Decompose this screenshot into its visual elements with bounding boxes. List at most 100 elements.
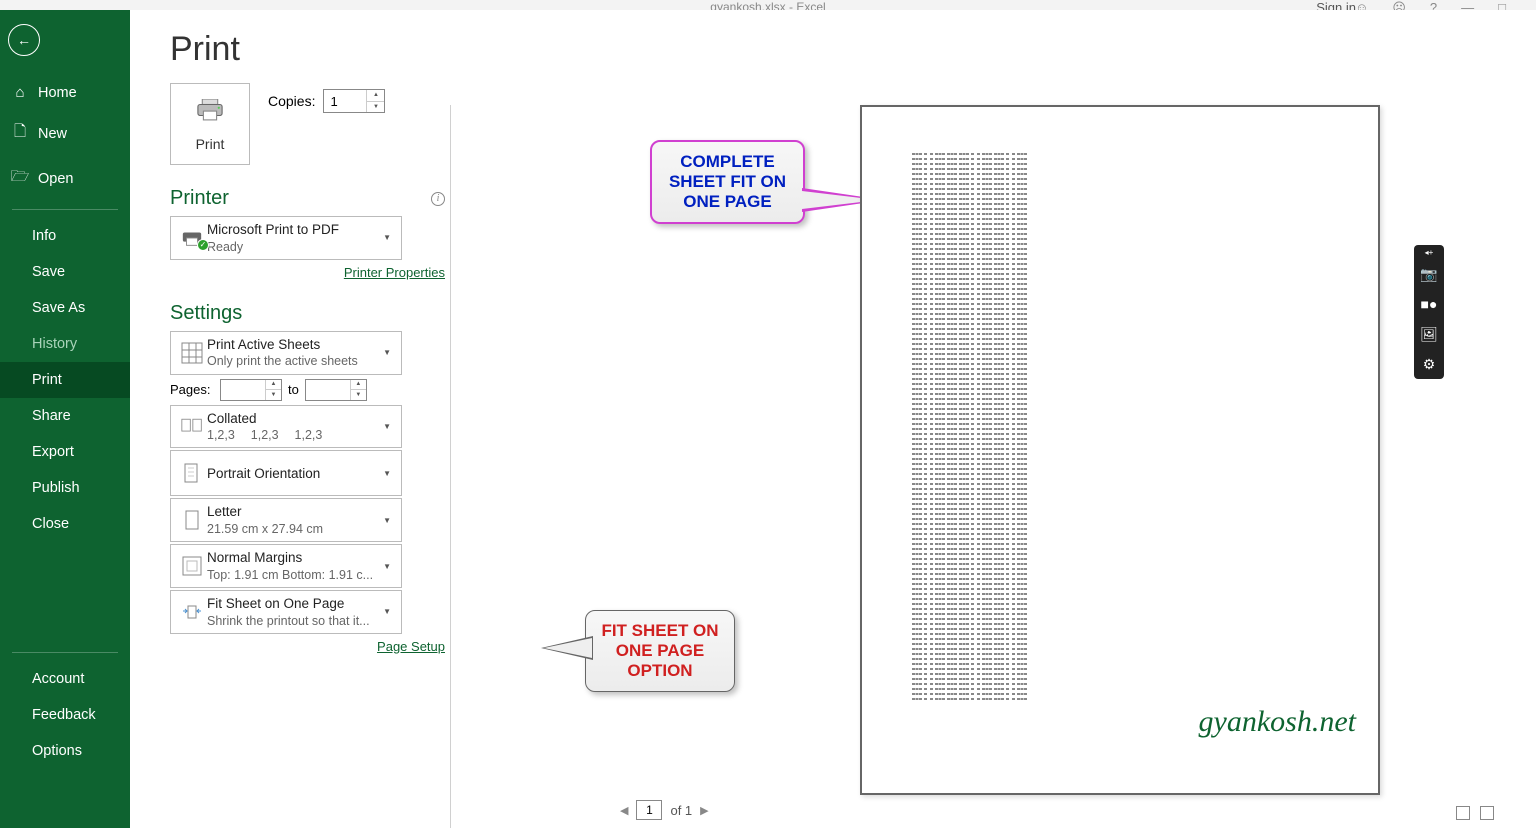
collated-icon <box>177 415 207 437</box>
page-heading: Print <box>170 30 445 69</box>
nav-label: Save As <box>32 300 85 316</box>
dd-sub: 21.59 cm x 27.94 cm <box>207 521 379 537</box>
margins-icon <box>177 555 207 577</box>
chevron-down-icon: ▼ <box>379 607 395 616</box>
nav-label: Close <box>32 516 69 532</box>
main-content: Print Print Copies: ▲▼ Printer i ✓ <box>130 10 1536 828</box>
copies-input[interactable] <box>324 94 362 109</box>
nav-label: Info <box>32 228 56 244</box>
print-panel: Print Print Copies: ▲▼ Printer i ✓ <box>170 30 445 654</box>
copies-spinner[interactable]: ▲▼ <box>323 89 385 113</box>
chevron-down-icon: ▼ <box>379 516 395 525</box>
nav-label: History <box>32 336 77 352</box>
nav-label: New <box>38 126 67 142</box>
camera-icon[interactable]: 📷 <box>1414 259 1444 289</box>
printer-status: Ready <box>207 239 379 255</box>
nav-home[interactable]: ⌂Home <box>0 74 130 111</box>
pages-label: Pages: <box>170 382 214 397</box>
nav-export[interactable]: Export <box>0 434 130 470</box>
spinner-up-icon[interactable]: ▲ <box>266 380 281 391</box>
dd-sub: Shrink the printout so that it... <box>207 613 379 629</box>
info-icon[interactable]: i <box>431 192 445 206</box>
nav-label: Publish <box>32 480 80 496</box>
zoom-to-page-icon[interactable] <box>1480 806 1494 820</box>
nav-open[interactable]: 🗁 Open <box>0 156 130 201</box>
nav-save[interactable]: Save <box>0 254 130 290</box>
nav-print[interactable]: Print <box>0 362 130 398</box>
preview-area: COMPLETE SHEET FIT ON ONE PAGE gyankosh.… <box>480 20 1506 828</box>
spinner-up-icon[interactable]: ▲ <box>351 380 366 391</box>
nav-label: Print <box>32 372 62 388</box>
nav-label: Open <box>38 171 73 187</box>
open-icon: 🗁 <box>12 166 28 191</box>
annotation-callout-1: COMPLETE SHEET FIT ON ONE PAGE <box>650 140 805 224</box>
printer-section-title: Printer <box>170 187 229 210</box>
dd-title: Normal Margins <box>207 549 379 567</box>
print-button[interactable]: Print <box>170 83 250 165</box>
dd-sub: 1,2,3 1,2,3 1,2,3 <box>207 427 379 443</box>
next-page-icon[interactable]: ▶ <box>700 804 708 817</box>
prev-page-icon[interactable]: ◀ <box>620 804 628 817</box>
new-icon: 🗋 <box>12 121 28 146</box>
nav-label: Feedback <box>32 707 96 723</box>
nav-label: Options <box>32 743 82 759</box>
page-preview: gyankosh.net <box>860 105 1380 795</box>
screen-recorder-toolbar: ◂+ 📷 ■● 🖼 ⚙ <box>1414 245 1444 379</box>
back-button[interactable]: ← <box>8 24 40 56</box>
orientation-select[interactable]: Portrait Orientation ▼ <box>170 450 402 496</box>
drag-handle-icon[interactable]: ◂+ <box>1414 245 1444 259</box>
printer-name: Microsoft Print to PDF <box>207 221 379 239</box>
printer-select[interactable]: ✓ Microsoft Print to PDF Ready ▼ <box>170 216 402 260</box>
nav-close[interactable]: Close <box>0 506 130 542</box>
printer-icon <box>196 97 224 128</box>
pages-to-input[interactable]: ▲▼ <box>305 379 367 401</box>
nav-history[interactable]: History <box>0 326 130 362</box>
dd-sub: Top: 1.91 cm Bottom: 1.91 c... <box>207 567 379 583</box>
dd-sub: Only print the active sheets <box>207 353 379 369</box>
nav-saveas[interactable]: Save As <box>0 290 130 326</box>
print-scope-select[interactable]: Print Active SheetsOnly print the active… <box>170 331 402 375</box>
spinner-down-icon[interactable]: ▼ <box>351 390 366 400</box>
nav-label: Account <box>32 671 84 687</box>
annotation-callout-2: FIT SHEET ON ONE PAGE OPTION <box>585 610 735 692</box>
nav-label: Home <box>38 85 77 101</box>
scaling-select[interactable]: Fit Sheet on One PageShrink the printout… <box>170 590 402 634</box>
portrait-icon <box>177 462 207 484</box>
nav-label: Export <box>32 444 74 460</box>
gear-icon[interactable]: ⚙ <box>1414 349 1444 379</box>
dd-title: Collated <box>207 410 379 428</box>
spinner-up-icon[interactable]: ▲ <box>367 90 384 102</box>
show-margins-icon[interactable] <box>1456 806 1470 820</box>
backstage-sidebar: ← ⌂Home 🗋 New 🗁 Open Info Save Save As His… <box>0 10 130 828</box>
spinner-down-icon[interactable]: ▼ <box>367 102 384 113</box>
print-button-label: Print <box>196 136 225 152</box>
video-icon[interactable]: ■● <box>1414 289 1444 319</box>
copies-label: Copies: <box>268 93 315 109</box>
nav-account[interactable]: Account <box>0 661 130 697</box>
spinner-down-icon[interactable]: ▼ <box>266 390 281 400</box>
image-icon[interactable]: 🖼 <box>1414 319 1444 349</box>
chevron-down-icon: ▼ <box>379 469 395 478</box>
printer-properties-link[interactable]: Printer Properties <box>344 265 445 280</box>
nav-feedback[interactable]: Feedback <box>0 697 130 733</box>
page-current-input[interactable] <box>636 800 662 820</box>
dd-title: Print Active Sheets <box>207 336 379 354</box>
chevron-down-icon: ▼ <box>379 348 395 357</box>
nav-info[interactable]: Info <box>0 218 130 254</box>
sheets-icon <box>177 342 207 364</box>
status-ok-icon: ✓ <box>197 239 209 251</box>
paper-size-select[interactable]: Letter21.59 cm x 27.94 cm ▼ <box>170 498 402 542</box>
nav-share[interactable]: Share <box>0 398 130 434</box>
nav-options[interactable]: Options <box>0 733 130 769</box>
nav-publish[interactable]: Publish <box>0 470 130 506</box>
pages-to-label: to <box>288 382 299 397</box>
nav-new[interactable]: 🗋 New <box>0 111 130 156</box>
chevron-down-icon: ▼ <box>379 422 395 431</box>
printer-device-icon: ✓ <box>177 227 207 249</box>
page-setup-link[interactable]: Page Setup <box>377 639 445 654</box>
collation-select[interactable]: Collated1,2,3 1,2,3 1,2,3 ▼ <box>170 405 402 449</box>
dd-title: Portrait Orientation <box>207 465 379 483</box>
pages-from-input[interactable]: ▲▼ <box>220 379 282 401</box>
margins-select[interactable]: Normal MarginsTop: 1.91 cm Bottom: 1.91 … <box>170 544 402 588</box>
chevron-down-icon: ▼ <box>379 233 395 242</box>
